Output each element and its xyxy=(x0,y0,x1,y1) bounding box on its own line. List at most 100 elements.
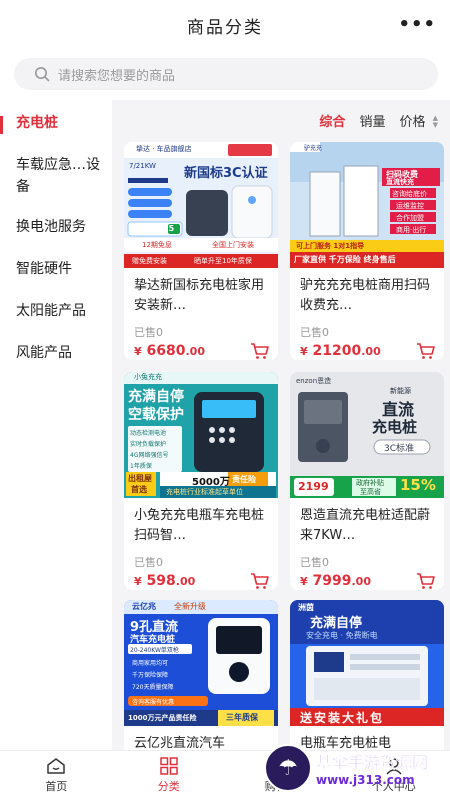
product-image-brand: 云亿兆 xyxy=(132,602,156,611)
product-image-feature: 1年质保 xyxy=(130,463,152,470)
product-card[interactable]: enzon恩造 新能源 直流 充电桩 3C标准 2199 政府补贴 至高省 15… xyxy=(290,372,444,590)
product-image-tag: 12期免息 xyxy=(142,241,172,249)
search-placeholder: 请搜索您想要的商品 xyxy=(58,68,176,84)
product-image-headline: 汽车充电桩 xyxy=(130,635,176,645)
product-image: 驴充充 扫码收费 直流快充 咨询给底价 运维监控 合作加盟 商用·出行 可上门服… xyxy=(290,142,444,268)
product-image-badge: 1.5 xyxy=(160,224,175,233)
product-image: enzon恩造 新能源 直流 充电桩 3C标准 2199 政府补贴 至高省 15… xyxy=(290,372,444,498)
add-to-cart-icon[interactable] xyxy=(416,342,436,360)
product-image-bottom: 晒单升至10年质保 xyxy=(194,257,252,265)
product-list-area: 综合 销量 价格 ▲ ▼ 挚达 · 车品旗舰店 7/21KW 新国标3C认证 1… xyxy=(112,100,450,750)
sort-bar: 综合 销量 价格 ▲ ▼ xyxy=(112,100,450,140)
tab-label: 分类 xyxy=(157,780,180,793)
sort-sales[interactable]: 销量 xyxy=(359,111,385,130)
product-card[interactable]: 小兔充充 充满自停 空载保护 动态检测电池 实时负载保护 4G网络强信号 1年质… xyxy=(124,372,278,590)
product-name: 恩造直流充电桩适配蔚来7KW… xyxy=(300,508,431,543)
product-card[interactable]: 驴充充 扫码收费 直流快充 咨询给底价 运维监控 合作加盟 商用·出行 可上门服… xyxy=(290,142,444,360)
product-image-call: 咨询客服有优惠 xyxy=(132,699,175,706)
sort-comprehensive[interactable]: 综合 xyxy=(319,111,345,130)
sidebar-item-label: 风能产品 xyxy=(16,345,72,361)
tab-label: 首页 xyxy=(45,780,68,793)
product-card[interactable]: 挚达 · 车品旗舰店 7/21KW 新国标3C认证 1.5 12期免息 全国上门… xyxy=(124,142,278,360)
product-image-tag: 商用·出行 xyxy=(396,226,427,234)
watermark-url: www.j313.com xyxy=(316,773,415,787)
product-image-headline: 充电桩 xyxy=(372,418,418,436)
sidebar-item-wind[interactable]: 风能产品 xyxy=(0,342,72,362)
product-sold: 已售0 xyxy=(300,556,329,569)
add-to-cart-icon[interactable] xyxy=(416,572,436,590)
product-price: ¥ 6680.00 xyxy=(134,343,205,359)
watermark-text: 基伞手游资源网 xyxy=(316,753,429,772)
product-image-percent: 15% xyxy=(400,476,436,494)
product-image-headline: 新国标3C认证 xyxy=(184,166,268,181)
product-image-strip: 可上门服务 1对1指导 xyxy=(296,242,365,250)
product-image-feature: 动态检测电池 xyxy=(130,430,167,437)
product-image-bottom: 赠免费安装 xyxy=(132,257,167,265)
product-image-standard: 3C标准 xyxy=(384,444,415,454)
product-name: 小兔充充电瓶车充电桩扫码智… xyxy=(134,508,265,543)
product-card[interactable]: 云亿兆 全新升级 9孔直流 汽车充电桩 20-240KW单双枪 商用家用均可 千… xyxy=(124,600,278,750)
page-header: 商品分类 ••• xyxy=(0,0,450,50)
product-image-sub: 新能源 xyxy=(390,387,411,395)
product-image-price: 2199 xyxy=(298,480,329,493)
product-image-feature: 720天质量保障 xyxy=(132,684,174,691)
add-to-cart-icon[interactable] xyxy=(250,572,270,590)
sidebar-item-charging-pile[interactable]: 充电桩 xyxy=(0,112,58,134)
sidebar-item-label: 充电桩 xyxy=(16,115,58,131)
sidebar-item-battery-swap[interactable]: 换电池服务 xyxy=(0,216,86,236)
tab-category[interactable]: 分类 xyxy=(113,751,226,800)
sidebar-item-label: 太阳能产品 xyxy=(16,303,86,319)
product-image-feature: 商用家用均可 xyxy=(132,660,169,667)
product-image-brand: 驴充充 xyxy=(304,145,323,152)
product-image-strip: 厂家直供 千万保险 终身售后 xyxy=(294,255,396,264)
product-image-brand: enzon恩造 xyxy=(296,377,332,385)
sort-price[interactable]: 价格 ▲ ▼ xyxy=(399,111,438,130)
category-icon xyxy=(160,757,178,775)
product-name: 挚达新国标充电桩家用安装新… xyxy=(134,278,265,313)
product-image-spec: 7/21KW xyxy=(129,162,156,170)
product-price: ¥ 21200.00 xyxy=(300,343,381,359)
product-image-gov: 至高省 xyxy=(360,488,381,496)
site-watermark: ☂ 基伞手游资源网 www.j313.com xyxy=(264,740,444,796)
product-image: 挚达 · 车品旗舰店 7/21KW 新国标3C认证 1.5 12期免息 全国上门… xyxy=(124,142,278,268)
sidebar-item-smart-hardware[interactable]: 智能硬件 xyxy=(0,258,72,278)
sidebar-item-solar[interactable]: 太阳能产品 xyxy=(0,300,86,320)
sort-arrows-icon: ▲ ▼ xyxy=(432,114,438,129)
product-image-bottom: 1000万元产品责任险 xyxy=(128,714,197,722)
product-image-headline: 充满自停 xyxy=(128,389,184,405)
sidebar-item-emergency-device[interactable]: 车载应急…设备 xyxy=(0,154,100,198)
product-image-brand: 挚达 · 车品旗舰店 xyxy=(136,145,192,153)
product-price: ¥ 7999.00 xyxy=(300,573,371,589)
product-image-feature: 实时负载保护 xyxy=(130,441,167,448)
product-image-range: 20-240KW单双枪 xyxy=(130,647,179,654)
product-image-tag: 全新升级 xyxy=(174,602,206,611)
product-image-bottom: 送安装大礼包 xyxy=(300,711,385,725)
product-sold: 已售0 xyxy=(300,326,329,339)
product-image-tag: 咨询给底价 xyxy=(392,190,427,198)
product-image-headline: 安全充电 · 免费断电 xyxy=(306,631,378,640)
product-card[interactable]: 洲茵 充满自停 安全充电 · 免费断电 送安装大礼包 电瓶车充电桩电 xyxy=(290,600,444,750)
tab-home[interactable]: 首页 xyxy=(0,751,113,800)
product-image-tag: 合作加盟 xyxy=(396,214,424,222)
home-icon xyxy=(47,758,65,774)
add-to-cart-icon[interactable] xyxy=(250,342,270,360)
product-image-tag: 全国上门安装 xyxy=(212,241,254,249)
product-image-insurance: 责任险 xyxy=(232,475,256,484)
product-name: 驴充充充电桩商用扫码收费充… xyxy=(300,278,431,313)
product-image: 小兔充充 充满自停 空载保护 动态检测电池 实时负载保护 4G网络强信号 1年质… xyxy=(124,372,278,498)
product-image-price: 5000万 xyxy=(192,477,230,488)
product-image-headline: 空载保护 xyxy=(128,407,184,423)
product-price: ¥ 598.00 xyxy=(134,573,196,589)
page-title: 商品分类 xyxy=(187,17,263,38)
product-image: 云亿兆 全新升级 9孔直流 汽车充电桩 20-240KW单双枪 商用家用均可 千… xyxy=(124,600,278,726)
product-image-feature: 千万保险保障 xyxy=(132,672,169,679)
category-sidebar: 充电桩 车载应急…设备 换电池服务 智能硬件 太阳能产品 风能产品 xyxy=(0,104,110,744)
product-image-feature: 4G网络强信号 xyxy=(130,452,169,459)
search-icon xyxy=(35,67,50,82)
search-input[interactable]: 请搜索您想要的商品 xyxy=(14,58,438,90)
more-options-icon[interactable]: ••• xyxy=(398,14,436,35)
product-image-headline: 充满自停 xyxy=(310,616,363,631)
product-sold: 已售0 xyxy=(134,326,163,339)
product-image-tag: 直流快充 xyxy=(386,178,414,186)
sidebar-item-label: 换电池服务 xyxy=(16,219,86,235)
